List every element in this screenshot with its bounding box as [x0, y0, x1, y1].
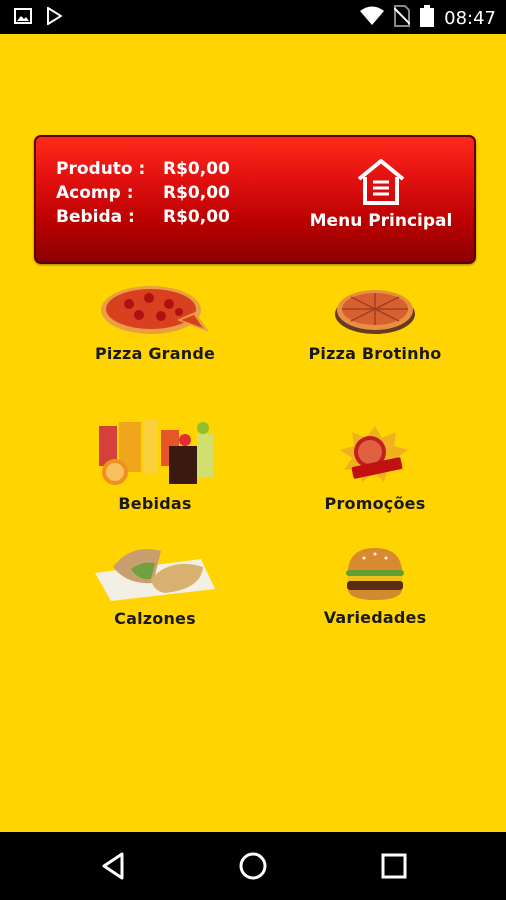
order-summary-card: Produto : R$0,00 Acomp : R$0,00 Bebida :…: [34, 135, 476, 264]
menu-item-label: Calzones: [114, 609, 196, 628]
battery-icon: [420, 5, 435, 31]
calzone-icon: [95, 549, 215, 601]
total-row-bebida: Bebida : R$0,00: [56, 205, 230, 229]
total-label: Bebida :: [56, 207, 135, 227]
recents-button[interactable]: [378, 850, 410, 882]
menu-item-bebidas[interactable]: Bebidas: [55, 412, 255, 513]
menu-item-label: Pizza Grande: [94, 344, 216, 363]
total-row-acomp: Acomp : R$0,00: [56, 181, 230, 205]
promo-tag-icon: [340, 426, 408, 482]
total-value: R$0,00: [163, 207, 230, 227]
play-store-icon: [46, 6, 63, 29]
menu-item-pizza-brotinho[interactable]: Pizza Brotinho: [275, 282, 475, 363]
menu-item-label: Bebidas: [118, 494, 192, 513]
navigation-bar: [0, 832, 506, 900]
burger-icon: [346, 548, 404, 600]
total-value: R$0,00: [163, 159, 230, 179]
home-button[interactable]: [237, 850, 269, 882]
clock: 08:47: [444, 7, 496, 29]
home-menu-icon: [357, 159, 405, 205]
total-label: Acomp :: [56, 183, 134, 203]
menu-item-pizza-grande[interactable]: Pizza Grande: [55, 282, 255, 363]
drinks-icon: [99, 420, 213, 485]
pizza-icon: [335, 290, 415, 334]
total-value: R$0,00: [163, 183, 230, 203]
total-label: Produto :: [56, 159, 146, 179]
main-menu-button[interactable]: Menu Principal: [306, 157, 456, 247]
status-bar: 08:47: [0, 0, 506, 34]
menu-item-label: Promoções: [324, 494, 426, 513]
back-icon: [102, 852, 124, 880]
total-row-produto: Produto : R$0,00: [56, 157, 230, 181]
back-button[interactable]: [98, 850, 130, 882]
totals-list: Produto : R$0,00 Acomp : R$0,00 Bebida :…: [56, 157, 230, 229]
menu-item-label: Variedades: [323, 608, 427, 627]
menu-item-label: Pizza Brotinho: [308, 344, 442, 363]
recents-icon: [381, 853, 407, 879]
image-icon: [14, 8, 32, 28]
home-icon: [239, 852, 267, 880]
menu-item-calzones[interactable]: Calzones: [55, 539, 255, 628]
pizza-icon: [101, 286, 209, 334]
menu-item-promocoes[interactable]: Promoções: [275, 424, 475, 513]
main-menu-label: Menu Principal: [309, 211, 453, 231]
no-sim-icon: [393, 5, 411, 31]
wifi-icon: [360, 6, 385, 30]
menu-item-variedades[interactable]: Variedades: [275, 546, 475, 627]
main-screen: Produto : R$0,00 Acomp : R$0,00 Bebida :…: [0, 34, 506, 832]
